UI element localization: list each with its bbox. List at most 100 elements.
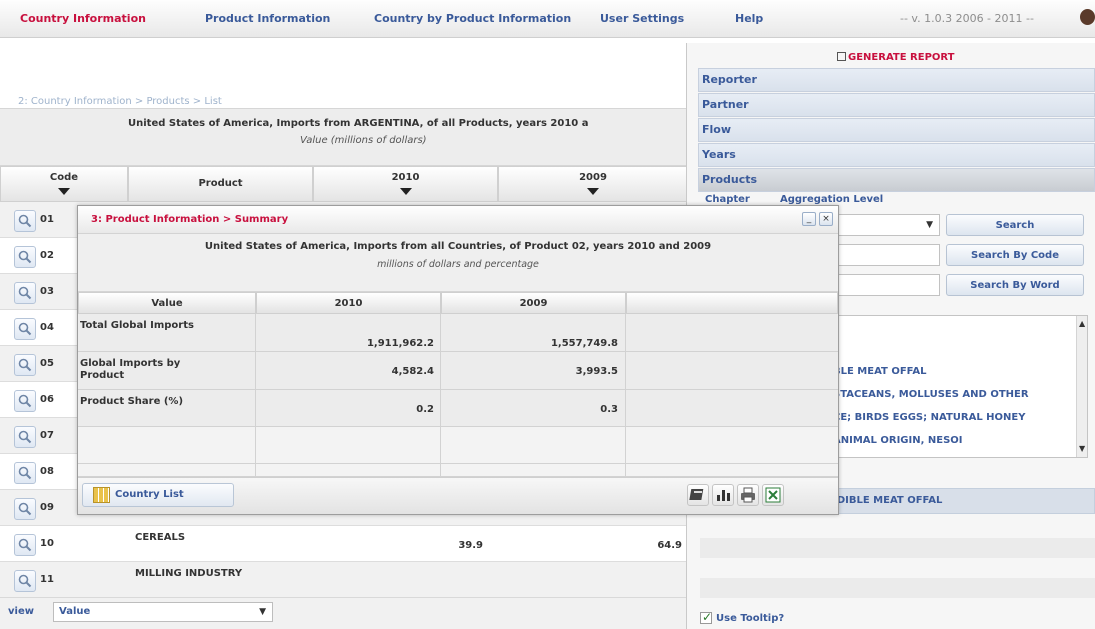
year-2009-header-label: 2009	[579, 172, 607, 183]
magnifier-icon[interactable]	[14, 498, 36, 520]
magnifier-icon[interactable]	[14, 534, 36, 556]
row-code: 04	[40, 322, 54, 333]
printer-icon[interactable]	[737, 484, 759, 506]
chevron-down-icon: ▼	[259, 607, 266, 617]
magnifier-icon[interactable]	[14, 282, 36, 304]
popup-header-2010: 2010	[256, 292, 441, 314]
popup-row-2010: 1,911,962.2	[366, 338, 434, 349]
magnifier-icon[interactable]	[14, 390, 36, 412]
globe-icon	[1080, 9, 1095, 25]
row-code: 08	[40, 466, 54, 477]
section-reporter[interactable]: Reporter	[698, 68, 1095, 92]
table-title: United States of America, Imports from A…	[128, 118, 589, 129]
popup-row-label: Total Global Imports	[80, 320, 194, 331]
sort-arrow-icon[interactable]	[58, 188, 70, 195]
popup-header-value: Value	[78, 292, 256, 314]
search-by-word-button[interactable]: Search By Word	[946, 274, 1084, 296]
popup-header-2009: 2009	[441, 292, 626, 314]
row-value-2010: 39.9	[458, 540, 483, 551]
excel-export-icon[interactable]	[762, 484, 784, 506]
search-by-code-button[interactable]: Search By Code	[946, 244, 1084, 266]
use-tooltip-checkbox[interactable]: ✓	[700, 610, 713, 624]
close-icon[interactable]: ×	[819, 212, 833, 226]
selected-product[interactable]: EDIBLE MEAT OFFAL	[830, 495, 942, 506]
search-code-input[interactable]	[825, 244, 940, 266]
check-icon: ✓	[702, 610, 713, 624]
view-select[interactable]: Value ▼	[53, 602, 273, 622]
table-row[interactable]: 11 MILLING INDUSTRY	[0, 562, 688, 598]
tab-aggregation-level[interactable]: Aggregation Level	[780, 194, 883, 205]
use-tooltip-label: Use Tooltip?	[716, 613, 785, 624]
row-product: MILLING INDUSTRY	[135, 568, 243, 579]
chevron-down-icon: ▼	[926, 220, 933, 230]
column-header-2010[interactable]: 2010	[313, 166, 498, 202]
popup-row-label: Product Share (%)	[80, 396, 184, 407]
view-select-value: Value	[59, 606, 91, 617]
section-flow[interactable]: Flow	[698, 118, 1095, 142]
row-code: 06	[40, 394, 54, 405]
nav-help[interactable]: Help	[735, 12, 763, 25]
popup-row-label: Global Imports by Product	[80, 358, 181, 381]
list-item[interactable]: BLE MEAT OFFAL	[833, 366, 926, 377]
magnifier-icon[interactable]	[14, 318, 36, 340]
product-header-label: Product	[198, 178, 243, 189]
search-word-input[interactable]	[825, 274, 940, 296]
scroll-down-icon[interactable]: ▼	[1079, 444, 1085, 453]
country-list-button[interactable]: Country List	[82, 483, 234, 507]
column-header-product[interactable]: Product	[128, 166, 313, 202]
nav-country-by-product[interactable]: Country by Product Information	[374, 12, 571, 25]
table-row[interactable]: 10 CEREALS 39.9 64.9	[0, 526, 688, 562]
row-product: CEREALS	[135, 532, 186, 543]
table-subtitle: Value (millions of dollars)	[300, 135, 427, 146]
nav-product-information[interactable]: Product Information	[205, 12, 330, 25]
popup-breadcrumb: 3: Product Information > Summary	[91, 214, 289, 225]
popup-header-empty	[626, 292, 838, 314]
nav-country-information[interactable]: Country Information	[20, 12, 146, 25]
section-products[interactable]: Products	[698, 168, 1095, 192]
row-code: 07	[40, 430, 54, 441]
year-2010-header-label: 2010	[391, 172, 420, 183]
version-label: -- v. 1.0.3 2006 - 2011 --	[900, 12, 1034, 25]
list-item[interactable]: STACEANS, MOLLUSES AND OTHER	[833, 389, 1029, 400]
magnifier-icon[interactable]	[14, 570, 36, 592]
section-years[interactable]: Years	[698, 143, 1095, 167]
popup-row-2009: 1,557,749.8	[550, 338, 618, 349]
magnifier-icon[interactable]	[14, 462, 36, 484]
row-code: 10	[40, 538, 54, 549]
list-item[interactable]: ANIMAL ORIGIN, NESOI	[833, 435, 963, 446]
code-header-label: Code	[49, 172, 79, 183]
minimize-icon[interactable]: _	[802, 212, 816, 226]
list-item[interactable]: CE; BIRDS EGGS; NATURAL HONEY	[833, 412, 1026, 423]
magnifier-icon[interactable]	[14, 210, 36, 232]
scroll-up-icon[interactable]: ▲	[1079, 319, 1085, 328]
popup-title: United States of America, Imports from a…	[204, 241, 712, 252]
aggregation-select[interactable]: ▼	[825, 214, 940, 236]
magnifier-icon[interactable]	[14, 246, 36, 268]
stripe	[700, 578, 1095, 598]
sort-arrow-icon[interactable]	[587, 188, 599, 195]
top-nav: Country Information Product Information …	[0, 0, 1095, 38]
row-code: 11	[40, 574, 54, 585]
row-code: 01	[40, 214, 54, 225]
products-list[interactable]: BLE MEAT OFFAL STACEANS, MOLLUSES AND OT…	[825, 315, 1088, 458]
generate-report-label: GENERATE REPORT	[848, 52, 955, 63]
generate-report-button[interactable]: GENERATE REPORT	[837, 52, 954, 63]
row-code: 09	[40, 502, 54, 513]
section-partner[interactable]: Partner	[698, 93, 1095, 117]
magnifier-icon[interactable]	[14, 354, 36, 376]
tab-chapter[interactable]: Chapter	[705, 194, 750, 205]
popup-subtitle: millions of dollars and percentage	[377, 259, 539, 270]
popup-row	[78, 464, 838, 477]
column-header-code[interactable]: Code	[0, 166, 128, 202]
magnifier-icon[interactable]	[14, 426, 36, 448]
search-button[interactable]: Search	[946, 214, 1084, 236]
country-list-label: Country List	[115, 489, 184, 500]
sort-arrow-icon[interactable]	[399, 188, 412, 195]
row-code: 02	[40, 250, 54, 261]
popup-row-2009: 3,993.5	[575, 366, 618, 377]
nav-user-settings[interactable]: User Settings	[600, 12, 684, 25]
list-scrollbar[interactable]: ▲ ▼	[1076, 316, 1087, 457]
column-header-2009[interactable]: 2009	[498, 166, 688, 202]
print-preview-icon[interactable]	[687, 484, 709, 506]
bar-chart-icon[interactable]	[712, 484, 734, 506]
